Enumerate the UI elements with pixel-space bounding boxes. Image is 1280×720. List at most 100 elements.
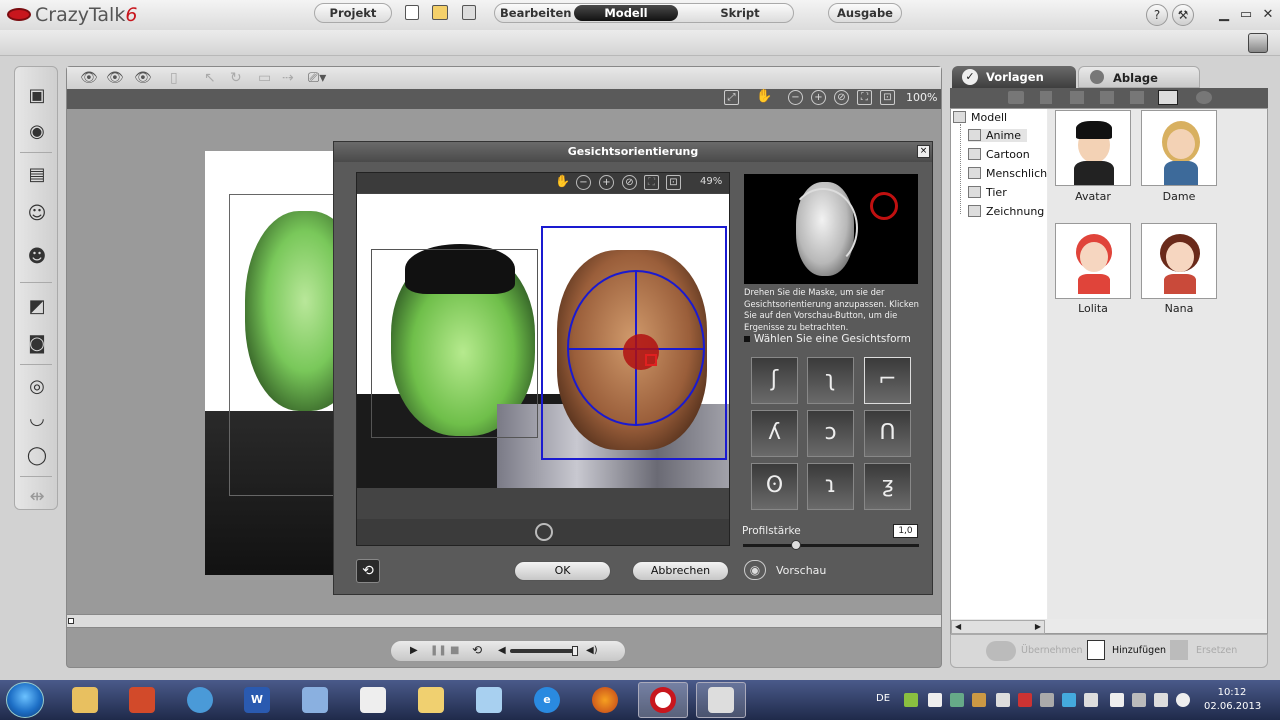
tray-flag3-icon[interactable]	[1110, 693, 1124, 707]
zoom-reset-icon[interactable]: ⊘	[834, 90, 849, 105]
replace-icon[interactable]	[1170, 640, 1188, 660]
hand-icon[interactable]: ✋	[756, 90, 772, 105]
hand-icon[interactable]: ✋	[555, 175, 570, 190]
background-icon[interactable]: ◙	[23, 329, 51, 357]
preview-label[interactable]: Vorschau	[776, 564, 826, 577]
profile-strength-value[interactable]: 1,0	[893, 524, 918, 538]
tree-item-anime[interactable]: Anime	[968, 129, 1028, 142]
menu-modell[interactable]: Modell	[574, 5, 678, 21]
face-shape-option[interactable]: ᑎ	[864, 410, 911, 457]
refresh-icon[interactable]	[1196, 91, 1212, 104]
taskbar-paint-icon[interactable]	[290, 682, 340, 718]
reset-rotation-button[interactable]: ⟲	[356, 559, 380, 583]
taskbar-document-icon[interactable]	[348, 682, 398, 718]
rotate-mask-icon[interactable]	[535, 523, 553, 541]
tree-item-zeichnung[interactable]: Zeichnung	[968, 205, 1044, 218]
tray-monitor-icon[interactable]	[1132, 693, 1146, 707]
profile-strength-slider[interactable]	[743, 544, 919, 547]
template-thumb-nana[interactable]	[1141, 223, 1217, 299]
face-fitting-icon[interactable]: ☺	[23, 199, 51, 227]
camera-dropdown-icon[interactable]: ⎚▾	[308, 70, 326, 86]
tree-root-modell[interactable]: Modell	[953, 111, 1007, 124]
dialog-close-button[interactable]: ×	[917, 145, 930, 158]
mirror-icon[interactable]: ⇹	[23, 482, 51, 510]
template-thumb-dame[interactable]	[1141, 110, 1217, 186]
tree-item-cartoon[interactable]: Cartoon	[968, 148, 1030, 161]
template-thumb-avatar[interactable]	[1055, 110, 1131, 186]
tray-volume-icon[interactable]	[1176, 693, 1190, 707]
zoom-reset-icon[interactable]: ⊘	[622, 175, 637, 190]
timeline-bar[interactable]	[67, 614, 941, 628]
fit-icon[interactable]: ⤢	[724, 90, 739, 105]
tree-item-menschlich[interactable]: Menschlich	[968, 167, 1047, 180]
tray-doc-icon[interactable]	[928, 693, 942, 707]
tray-nvidia-icon[interactable]	[904, 693, 918, 707]
taskbar-crazytalk-icon[interactable]	[638, 682, 688, 718]
mouth-settings-icon[interactable]: ◡	[23, 404, 51, 432]
taskbar-explorer-icon[interactable]	[60, 682, 110, 718]
maximize-button[interactable]: ▭	[1236, 5, 1256, 25]
scroll-left-icon[interactable]: ◀	[955, 621, 961, 633]
tree-scrollbar[interactable]: ◀ ▶	[951, 620, 1045, 634]
minimize-button[interactable]: ▁	[1214, 5, 1234, 25]
save-icon[interactable]	[462, 5, 476, 20]
fullscreen-icon[interactable]: ⛶	[644, 175, 659, 190]
apply-label[interactable]: Übernehmen	[1021, 645, 1083, 656]
apply-icon[interactable]	[986, 641, 1016, 661]
open-folder-icon[interactable]	[432, 5, 448, 20]
loop-icon[interactable]: ⟲	[472, 643, 482, 657]
face-shape-option[interactable]: ƺ	[864, 463, 911, 510]
help-button[interactable]: ?	[1146, 4, 1168, 26]
taskbar-folder-icon[interactable]	[406, 682, 456, 718]
face-orientation-preview[interactable]	[357, 194, 729, 488]
tree-item-tier[interactable]: Tier	[968, 186, 1007, 199]
eye-icon[interactable]: 👁	[80, 70, 98, 86]
taskbar-window-icon[interactable]	[696, 682, 746, 718]
scroll-right-icon[interactable]: ▶	[1035, 621, 1041, 633]
taskbar-word-icon[interactable]: W	[232, 682, 282, 718]
face-orientation-icon[interactable]: ☻	[23, 242, 51, 270]
model-canvas[interactable]	[205, 151, 335, 575]
preview-eye-icon[interactable]: ◉	[744, 560, 766, 580]
face-shape-option[interactable]: ʘ	[751, 463, 798, 510]
add-label[interactable]: Hinzufügen	[1112, 645, 1166, 656]
zoom-in-icon[interactable]: +	[599, 175, 614, 190]
tray-network-icon[interactable]	[1062, 693, 1076, 707]
mask-edit-icon[interactable]: ◩	[23, 292, 51, 320]
ok-button[interactable]: OK	[514, 561, 611, 581]
view-mode-icon[interactable]	[1158, 90, 1178, 105]
face-shape-option-selected[interactable]: ⌐	[864, 357, 911, 404]
tray-flag-icon[interactable]	[1040, 693, 1054, 707]
face-shape-option[interactable]: ɿ	[807, 463, 854, 510]
tray-flag2-icon[interactable]	[1084, 693, 1098, 707]
face-shape-option[interactable]: ɔ	[807, 410, 854, 457]
zoom-out-icon[interactable]: −	[788, 90, 803, 105]
tools-button[interactable]: ⚒	[1172, 4, 1194, 26]
face-shape-option[interactable]: ʅ	[807, 357, 854, 404]
zoom-area-icon[interactable]: ⊡	[666, 175, 681, 190]
paste-icon[interactable]	[1100, 91, 1114, 104]
eye-settings-icon[interactable]: ◎	[23, 372, 51, 400]
profile-strength-thumb[interactable]	[790, 540, 801, 550]
start-button-icon[interactable]	[6, 682, 44, 718]
template-thumb-lolita[interactable]	[1055, 223, 1131, 299]
pause-icon[interactable]: ❚❚	[430, 645, 447, 656]
zoom-in-icon[interactable]: +	[811, 90, 826, 105]
language-indicator[interactable]: DE	[876, 693, 890, 704]
tray-usb-icon[interactable]	[996, 693, 1010, 707]
image-import-icon[interactable]: ▣	[23, 81, 51, 109]
tray-app-icon[interactable]	[950, 693, 964, 707]
stop-icon[interactable]: ■	[450, 645, 459, 656]
cancel-button[interactable]: Abbrechen	[632, 561, 729, 581]
tray-app2-icon[interactable]	[972, 693, 986, 707]
fullscreen-icon[interactable]: ⛶	[857, 90, 872, 105]
zoom-area-icon[interactable]: ⊡	[880, 90, 895, 105]
tray-alert-icon[interactable]	[1018, 693, 1032, 707]
close-button[interactable]: ✕	[1258, 5, 1278, 25]
head-settings-icon[interactable]: ◯	[23, 441, 51, 469]
menu-skript[interactable]: Skript	[700, 5, 780, 21]
cube-icon[interactable]	[1248, 33, 1268, 53]
copy-icon[interactable]	[1070, 91, 1084, 104]
add-icon[interactable]	[1087, 640, 1105, 660]
volume-thumb[interactable]	[572, 646, 578, 656]
